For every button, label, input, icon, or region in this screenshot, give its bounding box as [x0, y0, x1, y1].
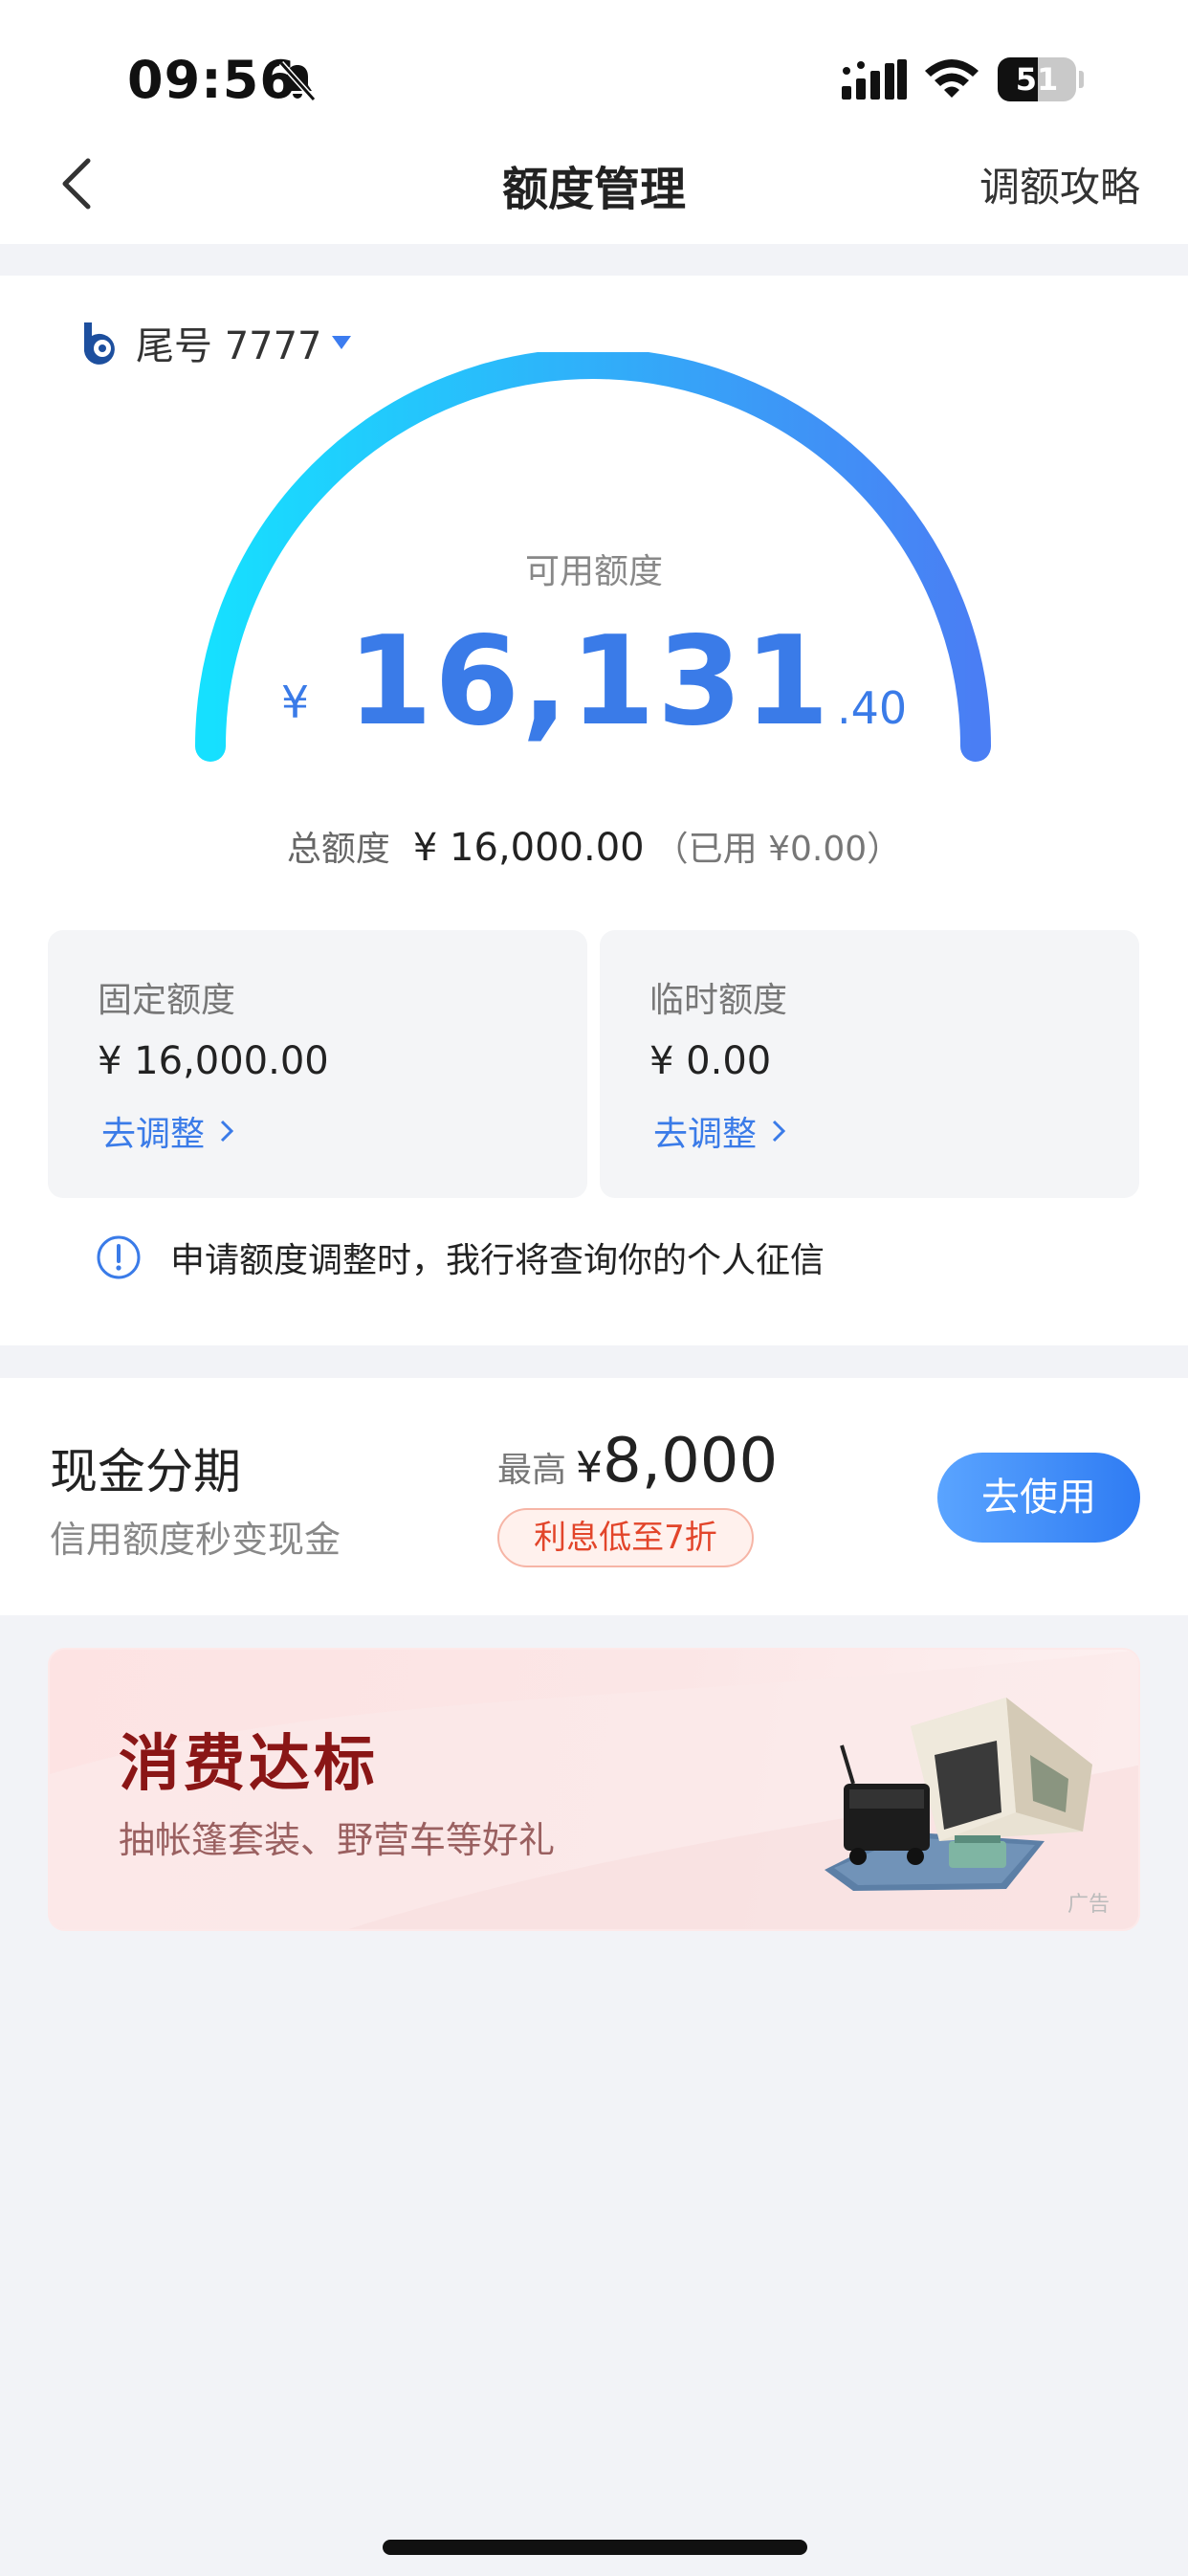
nav-bar: 额度管理 调额攻略 [0, 144, 1188, 244]
banner-subtitle: 抽帐篷套装、野营车等好礼 [119, 1819, 556, 1861]
bank-logo-icon [84, 322, 115, 365]
used-quota-text: （已用 ¥0.00） [653, 830, 902, 869]
quota-guide-link[interactable]: 调额攻略 [979, 155, 1140, 213]
interest-rate-badge: 利息低至7折 [497, 1508, 754, 1567]
tent-camping-image [825, 1698, 1092, 1891]
cellular-signal-icon [842, 59, 907, 100]
cash-max-label: 最高 [497, 1451, 567, 1490]
total-quota-value: ¥ 16,000.00 [412, 826, 645, 870]
status-bar: 09:56 51 [0, 0, 1188, 144]
fixed-adjust-link[interactable]: 去调整 [101, 1106, 235, 1156]
temp-adjust-link[interactable]: 去调整 [653, 1106, 787, 1156]
credit-check-notice: 申请额度调整时，我行将查询你的个人征信 [96, 1232, 825, 1282]
available-integer: 16,131 [347, 611, 832, 753]
cash-max-amount: 最高 ¥ 8,000 [497, 1426, 778, 1497]
cash-max-value: 8,000 [603, 1426, 779, 1497]
promo-banner[interactable]: 消费达标 抽帐篷套装、野营车等好礼 广告 [48, 1648, 1140, 1931]
fixed-quota-card: 固定额度 ¥ 16,000.00 去调整 [48, 930, 587, 1198]
cash-max-currency: ¥ [576, 1443, 604, 1492]
total-quota-row: 总额度 ¥ 16,000.00 （已用 ¥0.00） [0, 821, 1188, 871]
battery-level-text: 51 [1015, 61, 1059, 98]
wifi-icon [925, 59, 979, 98]
temp-quota-label: 临时额度 [649, 981, 788, 1020]
info-icon [97, 1235, 141, 1279]
available-quota-label: 可用额度 [524, 552, 663, 591]
cash-installment-title: 现金分期 [50, 1444, 241, 1499]
available-decimal: .40 [837, 682, 908, 734]
cash-installment-card: 现金分期 信用额度秒变现金 最高 ¥ 8,000 利息低至7折 去使用 [0, 1378, 1188, 1615]
home-indicator[interactable] [383, 2540, 807, 2555]
notice-text: 申请额度调整时，我行将查询你的个人征信 [170, 1241, 825, 1280]
ad-tag: 广告 [1067, 1893, 1110, 1917]
total-quota-label: 总额度 [286, 830, 390, 869]
battery-icon: 51 [998, 57, 1084, 101]
chevron-right-icon [220, 1120, 234, 1143]
temp-quota-value: ¥ 0.00 [649, 1039, 772, 1083]
available-quota-amount: ¥ 16,131 .40 [0, 611, 1188, 753]
status-time: 09:56 [127, 50, 297, 110]
currency-symbol: ¥ [280, 677, 310, 728]
fixed-quota-value: ¥ 16,000.00 [98, 1039, 329, 1083]
caret-down-icon [331, 336, 351, 349]
quota-card: 尾号 7777 可用额度 ¥ 16,131 .40 总额度 ¥ 16,000.00… [0, 276, 1188, 1345]
temp-quota-card: 临时额度 ¥ 0.00 去调整 [600, 930, 1139, 1198]
bell-slash-icon [278, 60, 317, 102]
fixed-quota-label: 固定额度 [98, 981, 236, 1020]
cash-installment-subtitle: 信用额度秒变现金 [50, 1519, 341, 1561]
use-cash-button[interactable]: 去使用 [937, 1453, 1140, 1543]
banner-title: 消费达标 [119, 1729, 379, 1800]
chevron-right-icon [772, 1120, 786, 1143]
fixed-adjust-label: 去调整 [101, 1115, 206, 1154]
temp-adjust-label: 去调整 [653, 1115, 758, 1154]
